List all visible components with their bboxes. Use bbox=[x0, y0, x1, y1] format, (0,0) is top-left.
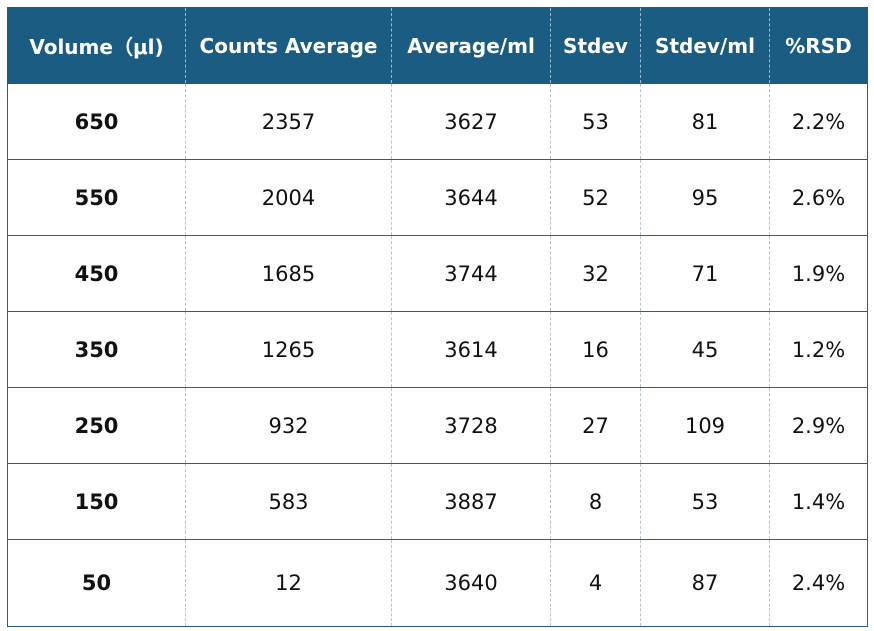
cell-volume: 50 bbox=[7, 539, 186, 627]
cell-stdev-per-ml: 81 bbox=[640, 83, 770, 160]
cell-rsd: 1.4% bbox=[769, 463, 868, 540]
cell-average-per-ml: 3627 bbox=[391, 83, 551, 160]
cell-volume: 350 bbox=[7, 311, 186, 388]
cell-stdev-per-ml: 71 bbox=[640, 235, 770, 312]
cell-counts-average: 583 bbox=[185, 463, 392, 540]
cell-counts-average: 1265 bbox=[185, 311, 392, 388]
cell-average-per-ml: 3644 bbox=[391, 159, 551, 236]
cell-stdev-per-ml: 95 bbox=[640, 159, 770, 236]
cell-stdev: 16 bbox=[550, 311, 641, 388]
table-row: 350 1265 3614 16 45 1.2% bbox=[7, 311, 868, 388]
cell-stdev: 4 bbox=[550, 539, 641, 627]
table-body: 650 2357 3627 53 81 2.2% 550 2004 3644 5… bbox=[7, 83, 868, 627]
cell-counts-average: 932 bbox=[185, 387, 392, 464]
cell-volume: 250 bbox=[7, 387, 186, 464]
cell-stdev: 52 bbox=[550, 159, 641, 236]
data-table: Volume（μl) Counts Average Average/ml Std… bbox=[7, 7, 868, 627]
table-header: Volume（μl) Counts Average Average/ml Std… bbox=[7, 7, 868, 84]
column-header-average-per-ml: Average/ml bbox=[391, 7, 551, 84]
column-header-stdev: Stdev bbox=[550, 7, 641, 84]
cell-volume: 450 bbox=[7, 235, 186, 312]
cell-stdev-per-ml: 53 bbox=[640, 463, 770, 540]
cell-stdev: 53 bbox=[550, 83, 641, 160]
cell-rsd: 2.9% bbox=[769, 387, 868, 464]
cell-counts-average: 2357 bbox=[185, 83, 392, 160]
cell-stdev: 32 bbox=[550, 235, 641, 312]
table-row: 150 583 3887 8 53 1.4% bbox=[7, 463, 868, 540]
column-header-volume: Volume（μl) bbox=[7, 7, 186, 84]
cell-stdev-per-ml: 109 bbox=[640, 387, 770, 464]
cell-stdev: 27 bbox=[550, 387, 641, 464]
column-header-rsd: %RSD bbox=[769, 7, 868, 84]
cell-rsd: 1.9% bbox=[769, 235, 868, 312]
cell-average-per-ml: 3614 bbox=[391, 311, 551, 388]
cell-counts-average: 12 bbox=[185, 539, 392, 627]
table-row: 550 2004 3644 52 95 2.6% bbox=[7, 159, 868, 236]
cell-volume: 150 bbox=[7, 463, 186, 540]
header-row: Volume（μl) Counts Average Average/ml Std… bbox=[7, 7, 868, 84]
cell-stdev: 8 bbox=[550, 463, 641, 540]
cell-rsd: 2.6% bbox=[769, 159, 868, 236]
cell-average-per-ml: 3887 bbox=[391, 463, 551, 540]
column-header-stdev-per-ml: Stdev/ml bbox=[640, 7, 770, 84]
table-row: 450 1685 3744 32 71 1.9% bbox=[7, 235, 868, 312]
cell-rsd: 2.4% bbox=[769, 539, 868, 627]
cell-counts-average: 2004 bbox=[185, 159, 392, 236]
cell-counts-average: 1685 bbox=[185, 235, 392, 312]
cell-average-per-ml: 3640 bbox=[391, 539, 551, 627]
table-row: 250 932 3728 27 109 2.9% bbox=[7, 387, 868, 464]
column-header-counts-average: Counts Average bbox=[185, 7, 392, 84]
cell-average-per-ml: 3728 bbox=[391, 387, 551, 464]
table-row: 50 12 3640 4 87 2.4% bbox=[7, 539, 868, 627]
cell-rsd: 2.2% bbox=[769, 83, 868, 160]
cell-stdev-per-ml: 45 bbox=[640, 311, 770, 388]
data-table-container: Volume（μl) Counts Average Average/ml Std… bbox=[7, 7, 868, 627]
cell-average-per-ml: 3744 bbox=[391, 235, 551, 312]
table-row: 650 2357 3627 53 81 2.2% bbox=[7, 83, 868, 160]
cell-rsd: 1.2% bbox=[769, 311, 868, 388]
cell-volume: 650 bbox=[7, 83, 186, 160]
cell-stdev-per-ml: 87 bbox=[640, 539, 770, 627]
cell-volume: 550 bbox=[7, 159, 186, 236]
